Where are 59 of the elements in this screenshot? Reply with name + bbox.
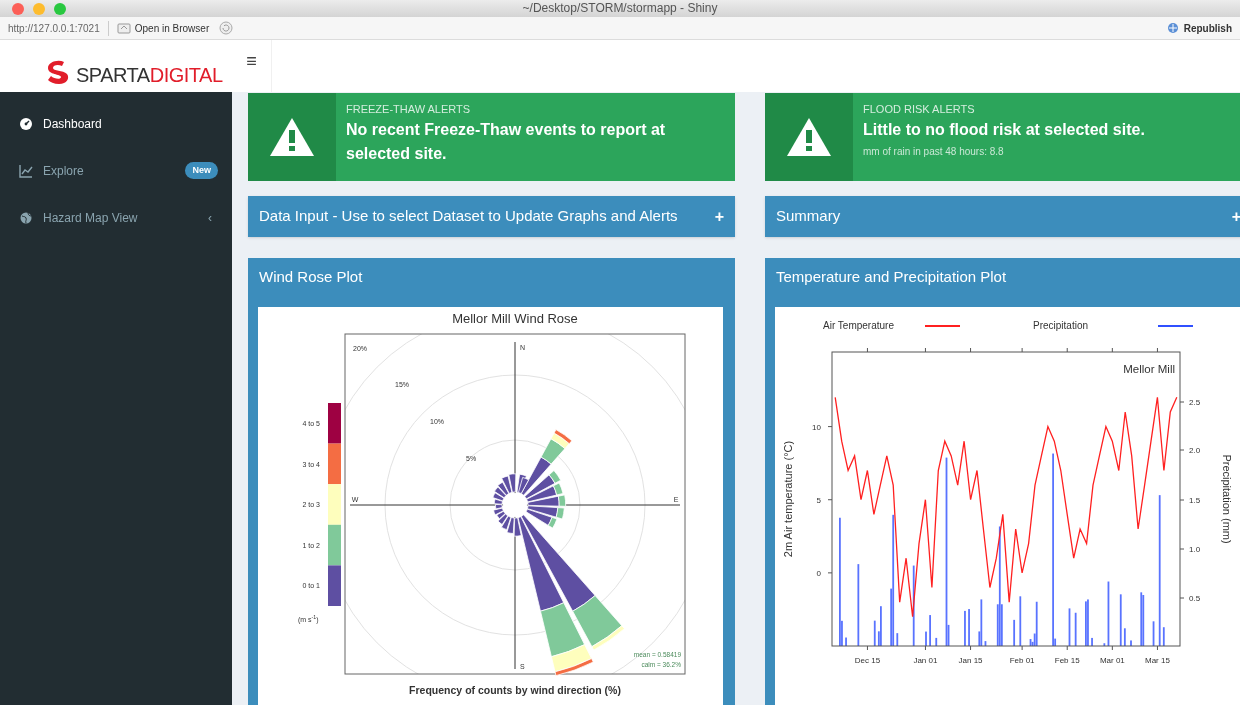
- sidebar-label: Hazard Map View: [43, 209, 139, 227]
- y-tick-label: 0.5: [1189, 594, 1201, 603]
- alert-message: Little to no flood risk at selected site.: [863, 119, 1145, 140]
- box-title: Data Input - Use to select Dataset to Update Graphs and Alerts: [259, 206, 679, 227]
- new-badge: New: [185, 161, 218, 180]
- sidebar-label: Explore: [43, 162, 85, 180]
- sidebar-item[interactable]: Dashboard: [9, 102, 218, 145]
- alert-message: No recent Freeze-Thaw events to report at selected site.: [346, 119, 667, 164]
- site-label: Mellor Mill: [1123, 363, 1175, 375]
- x-tick-label: Mar 01: [1099, 656, 1125, 665]
- legend-label: Precipitation: [1033, 320, 1089, 331]
- y-tick-label: 2.0: [1189, 446, 1201, 455]
- x-tick-label: Jan 01: [913, 656, 938, 665]
- x-tick-label: Mar 15: [1145, 656, 1170, 665]
- window-title: ~/Desktop/STORM/stormapp - Shiny: [522, 0, 718, 17]
- browser-icon: [116, 22, 131, 34]
- publish-icon: [1165, 22, 1180, 34]
- chart-title: Mellor Mill Wind Rose: [452, 311, 578, 326]
- logo-text: SPARTADIGITAL: [76, 64, 223, 86]
- republish-button[interactable]: Republish: [1165, 20, 1232, 36]
- globe-icon: [19, 210, 33, 225]
- sidebar-label: Dashboard: [43, 115, 103, 133]
- sidebar-item[interactable]: Explore New: [9, 149, 218, 192]
- y-tick-label: 2.5: [1189, 398, 1201, 407]
- x-tick-label: Jan 15: [958, 656, 983, 665]
- sidebar-item[interactable]: Hazard Map View ‹: [9, 196, 218, 239]
- line-chart-icon: [19, 163, 33, 178]
- x-tick-label: Dec 15: [854, 656, 881, 665]
- box-title: Summary: [776, 206, 842, 227]
- panel-title: Temperature and Precipitation Plot: [775, 267, 1008, 288]
- x-tick-label: Feb 15: [1054, 656, 1080, 665]
- collapsible-box-header[interactable]: Data Input - Use to select Dataset to Update Graphs and Alerts +: [248, 196, 735, 237]
- x-tick-label: Feb 01: [1009, 656, 1035, 665]
- y-axis-title: 2m Air temperature (°C): [782, 440, 794, 558]
- panel-title: Wind Rose Plot: [258, 267, 364, 288]
- close-button-icon: [12, 3, 24, 15]
- gauge-icon: [19, 116, 33, 131]
- warning-icon: [786, 117, 832, 157]
- open-in-browser-button[interactable]: Open in Browser: [107, 20, 210, 36]
- minimize-button-icon: [33, 3, 45, 15]
- alert-detail: mm of rain in past 48 hours: 8.8: [863, 144, 1005, 159]
- warning-icon: [269, 117, 315, 157]
- y-tick-label: 10: [812, 422, 821, 432]
- y-tick-label: 5: [816, 495, 821, 505]
- y-tick-label: 0: [816, 568, 821, 578]
- alert-heading: FLOOD RISK ALERTS: [863, 102, 976, 117]
- alert-heading: FREEZE-THAW ALERTS: [346, 102, 472, 117]
- expand-arrow: ‹: [208, 209, 213, 227]
- expand-button[interactable]: +: [1227, 204, 1240, 229]
- url-text: http://127.0.0.1:7021: [8, 21, 100, 36]
- legend-label: Air Temperature: [823, 320, 894, 331]
- y-axis-title: Precipitation (mm): [1221, 454, 1233, 544]
- y-tick-label: 1.5: [1189, 496, 1201, 505]
- y-tick-label: 1.0: [1189, 545, 1201, 554]
- zoom-button-icon: [54, 3, 66, 15]
- collapsible-box-header[interactable]: Summary +: [765, 196, 1240, 237]
- expand-button[interactable]: +: [710, 204, 724, 229]
- x-axis-title: Frequency of counts by wind direction (%): [409, 684, 621, 696]
- refresh-icon: [219, 21, 234, 35]
